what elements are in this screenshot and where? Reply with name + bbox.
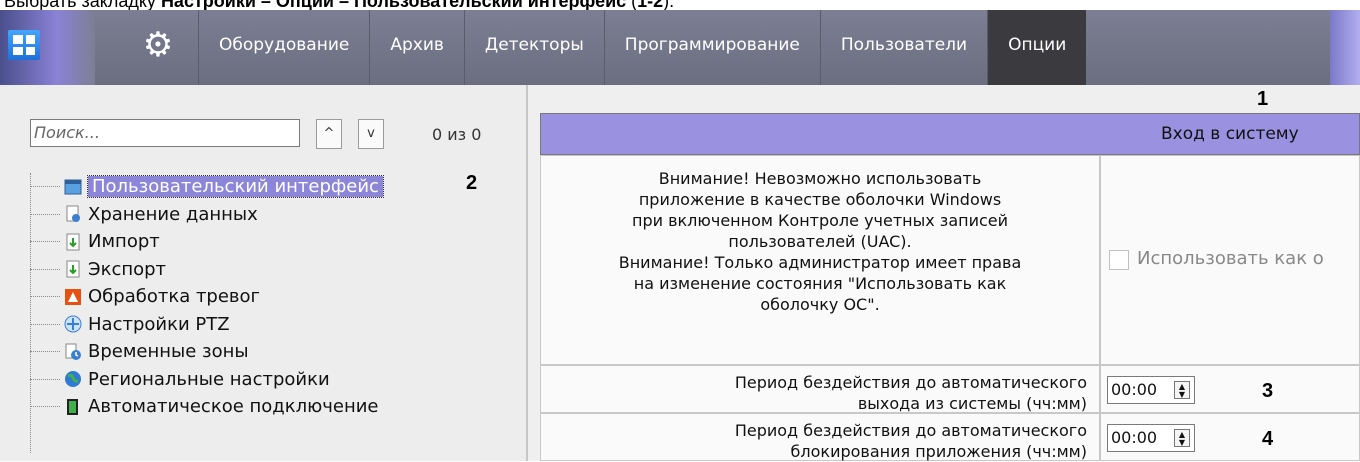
tab-equipment[interactable]: Оборудование <box>198 10 369 85</box>
tree-item-auto-connect[interactable]: Автоматическое подключение <box>30 393 383 421</box>
options-tree-panel: Поиск... ^ v 0 из 0 Пользовательский инт… <box>0 85 528 461</box>
tab-programming[interactable]: Программирование <box>603 10 820 85</box>
warning-line: при включенном Контроле учетных записей <box>631 211 1009 230</box>
section-title: Вход в систему <box>1161 124 1299 144</box>
auto-logout-value: 00:00 <box>1111 380 1158 399</box>
use-as-shell-checkbox[interactable] <box>1109 250 1129 270</box>
auto-lock-label-line: блокирования приложения (чч:мм) <box>790 442 1087 461</box>
export-icon <box>66 260 80 278</box>
options-tree: Пользовательский интерфейс Хранение данн… <box>30 173 384 421</box>
tree-item-label: Импорт <box>88 231 160 253</box>
search-next-button[interactable]: v <box>358 119 384 149</box>
auto-lock-label: Период бездействия до автоматического бл… <box>540 413 1100 461</box>
tree-item-data-storage[interactable]: Хранение данных <box>30 201 383 229</box>
auto-logout-label-line: Период бездействия до автоматического <box>734 373 1087 392</box>
search-result-count: 0 из 0 <box>432 125 482 144</box>
chevron-down-icon: v <box>367 126 375 141</box>
window-icon <box>64 179 82 195</box>
tree-item-label: Обработка тревог <box>88 286 261 308</box>
tree-item-label: Автоматическое подключение <box>88 396 379 418</box>
tab-users[interactable]: Пользователи <box>819 10 987 85</box>
tree-item-label: Настройки PTZ <box>88 313 230 335</box>
timezone-icon <box>65 343 81 360</box>
autoconnect-icon <box>67 398 78 415</box>
top-menu-bar: ⚙ Оборудование Архив Детекторы Программи… <box>0 10 1360 85</box>
search-input[interactable]: Поиск... <box>30 119 300 147</box>
tree-item-user-interface[interactable]: Пользовательский интерфейс <box>30 173 384 201</box>
step-marker-4: 4 <box>1262 428 1274 450</box>
shell-option-cell: Использовать как о <box>1100 155 1360 365</box>
warning-line: пользователей (UAC). <box>728 232 912 251</box>
spinner-icon[interactable]: ▲ ▼ <box>1174 429 1190 447</box>
uac-warning-text: Внимание! Невозможно использовать прилож… <box>540 155 1100 365</box>
tree-item-export[interactable]: Экспорт <box>30 256 383 284</box>
spinner-icon[interactable]: ▲ ▼ <box>1174 381 1190 399</box>
use-as-shell-label: Использовать как о <box>1137 248 1324 269</box>
chevron-up-icon: ^ <box>323 126 335 141</box>
settings-gear-icon[interactable]: ⚙ <box>138 25 178 65</box>
globe-icon <box>65 371 81 388</box>
alarm-icon <box>65 288 81 305</box>
auto-logout-time-input[interactable]: 00:00 ▲ ▼ <box>1107 376 1195 404</box>
tree-item-label: Пользовательский интерфейс <box>87 175 384 199</box>
warning-line: Внимание! Только администратор имеет пра… <box>618 253 1022 272</box>
search-prev-button[interactable]: ^ <box>316 119 342 149</box>
auto-lock-label-line: Период бездействия до автоматического <box>734 421 1087 440</box>
login-section-header: Вход в систему <box>540 113 1360 155</box>
layouts-grid-icon[interactable] <box>8 30 40 60</box>
warning-line: оболочку ОС". <box>760 295 880 314</box>
tree-item-alarm-handling[interactable]: Обработка тревог <box>30 283 383 311</box>
step-marker-2: 2 <box>466 172 478 194</box>
top-bar-right-strip <box>1330 10 1360 85</box>
import-icon <box>66 233 80 251</box>
auto-logout-label-line: выхода из системы (чч:мм) <box>857 394 1087 413</box>
tree-item-ptz-settings[interactable]: Настройки PTZ <box>30 311 383 339</box>
warning-line: на изменение состояния "Использовать как <box>633 274 1007 293</box>
settings-menu: Оборудование Архив Детекторы Программиро… <box>198 10 1087 85</box>
auto-logout-control: 00:00 ▲ ▼ <box>1100 365 1360 413</box>
tree-item-label: Хранение данных <box>88 203 258 225</box>
step-marker-1: 1 <box>1257 88 1269 110</box>
auto-lock-control: 00:00 ▲ ▼ <box>1100 413 1360 461</box>
auto-logout-label: Период бездействия до автоматического вы… <box>540 365 1100 413</box>
auto-lock-value: 00:00 <box>1111 428 1158 447</box>
ptz-icon <box>64 315 82 333</box>
options-content-panel: Вход в систему Внимание! Невозможно испо… <box>528 85 1360 461</box>
tree-item-label: Временные зоны <box>88 341 249 363</box>
storage-icon <box>66 205 80 223</box>
warning-line: Внимание! Невозможно использовать <box>658 169 982 188</box>
tree-item-label: Региональные настройки <box>88 368 330 390</box>
tab-options[interactable]: Опции <box>987 10 1087 85</box>
warning-line: приложение в качестве оболочки Windows <box>638 190 1002 209</box>
tree-item-time-zones[interactable]: Временные зоны <box>30 338 383 366</box>
step-marker-3: 3 <box>1262 380 1274 402</box>
tree-item-import[interactable]: Импорт <box>30 228 383 256</box>
tree-item-label: Экспорт <box>88 258 167 280</box>
tab-detectors[interactable]: Детекторы <box>463 10 604 85</box>
tree-item-regional-settings[interactable]: Региональные настройки <box>30 366 383 394</box>
tab-archive[interactable]: Архив <box>369 10 464 85</box>
auto-lock-time-input[interactable]: 00:00 ▲ ▼ <box>1107 424 1195 452</box>
